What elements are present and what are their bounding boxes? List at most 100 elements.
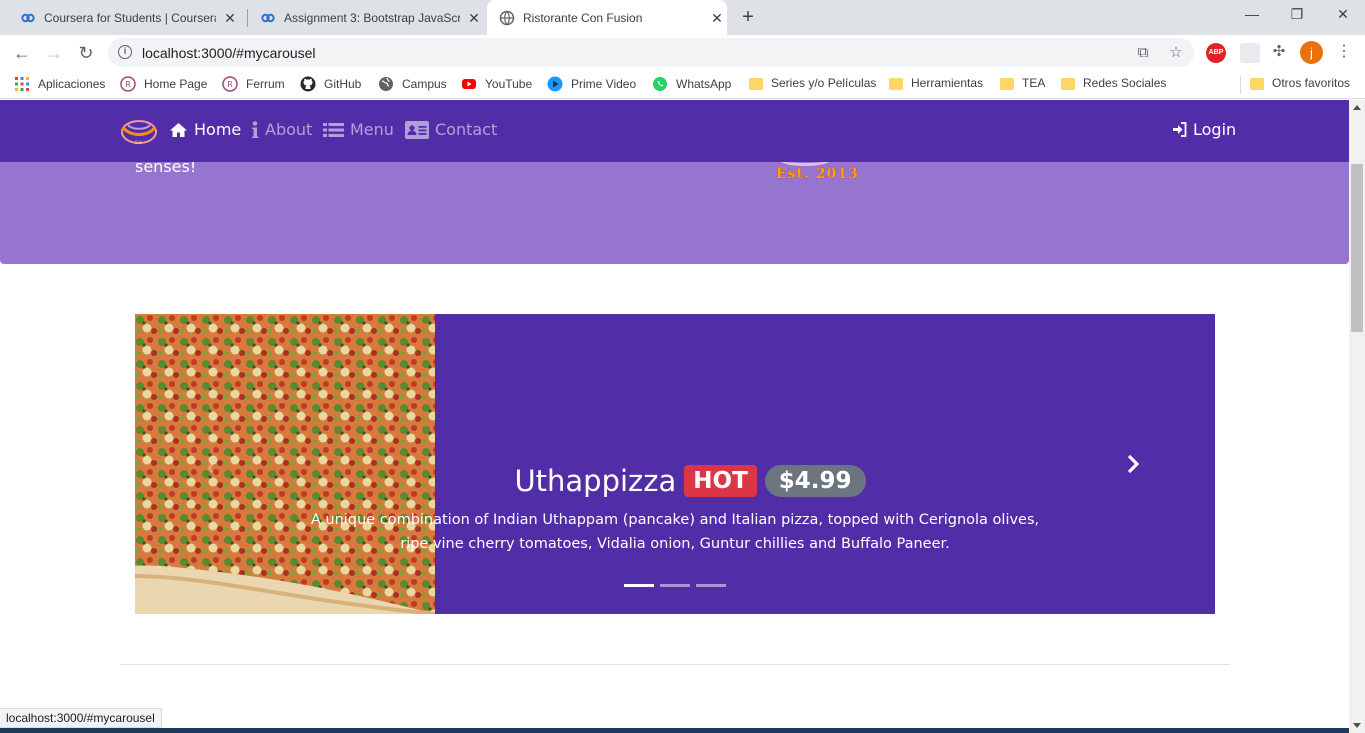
bookmark-github[interactable]: GitHub bbox=[300, 76, 361, 92]
page-scrollbar[interactable] bbox=[1349, 100, 1365, 733]
login-label: Login bbox=[1193, 120, 1237, 139]
tab-coursera-students[interactable]: Coursera for Students | Coursera ✕ bbox=[0, 0, 247, 35]
bookmark-divider bbox=[1240, 76, 1241, 94]
dish-description: A unique combination of Indian Uthappam … bbox=[310, 512, 1040, 552]
tab-title: Ristorante Con Fusion bbox=[523, 10, 643, 25]
dish-title: Uthappizza bbox=[514, 464, 677, 498]
bookmark-campus[interactable]: Campus bbox=[378, 76, 447, 92]
nav-home[interactable]: Home bbox=[169, 120, 241, 139]
bookmark-home-page[interactable]: R Home Page bbox=[120, 76, 207, 92]
bookmark-label: Prime Video bbox=[571, 77, 637, 91]
close-icon[interactable]: ✕ bbox=[709, 10, 725, 26]
address-card-icon bbox=[405, 120, 429, 139]
scrollbar-thumb[interactable] bbox=[1351, 164, 1363, 332]
bookmark-ferrum[interactable]: R Ferrum bbox=[222, 76, 285, 92]
carousel-indicator-1[interactable] bbox=[624, 584, 654, 587]
restore-icon[interactable]: ❐ bbox=[1287, 6, 1307, 26]
price-badge: $4.99 bbox=[764, 465, 866, 497]
new-tab-button[interactable]: + bbox=[738, 7, 758, 27]
browser-toolbar: ← → ↻ i localhost:3000/#mycarousel ⧉ ☆ A… bbox=[0, 35, 1365, 70]
tab-title: Coursera for Students | Coursera bbox=[44, 10, 216, 25]
folder-icon bbox=[889, 78, 903, 90]
star-icon[interactable]: ☆ bbox=[1167, 44, 1185, 62]
extension-icon[interactable] bbox=[1240, 43, 1260, 63]
svg-text:R: R bbox=[227, 80, 233, 89]
tab-ristorante[interactable]: Ristorante Con Fusion ✕ bbox=[487, 0, 727, 35]
globe-icon bbox=[499, 10, 515, 25]
carousel-indicator-3[interactable] bbox=[696, 584, 726, 587]
nav-label: About bbox=[265, 120, 313, 139]
back-icon[interactable]: ← bbox=[10, 41, 34, 65]
prime-video-icon bbox=[547, 76, 563, 92]
carousel-caption: Uthappizza HOT $4.99 A unique combinatio… bbox=[135, 464, 1215, 556]
list-icon bbox=[323, 122, 344, 137]
page-viewport: senses! Est. 2013 Est. Home About Menu C… bbox=[0, 100, 1349, 733]
bookmark-prime-video[interactable]: Prime Video bbox=[547, 76, 636, 92]
dish-heading: Uthappizza HOT $4.99 bbox=[165, 464, 1215, 498]
close-window-icon[interactable]: ✕ bbox=[1333, 6, 1353, 26]
scroll-up-icon[interactable] bbox=[1353, 105, 1361, 110]
bookmark-redes-sociales[interactable]: Redes Sociales bbox=[1061, 76, 1166, 90]
bookmark-label: Series y/o Películas bbox=[771, 76, 877, 90]
reload-icon[interactable]: ↻ bbox=[74, 41, 98, 65]
site-icon: R bbox=[120, 76, 136, 92]
adblock-icon[interactable]: ABP bbox=[1206, 43, 1226, 63]
coursera-icon bbox=[261, 13, 275, 22]
section-divider bbox=[120, 664, 1230, 665]
tab-strip: Coursera for Students | Coursera ✕ Assig… bbox=[0, 0, 1365, 35]
puzzle-icon[interactable]: ✣ bbox=[1270, 43, 1288, 61]
address-bar[interactable]: i localhost:3000/#mycarousel ⧉ ☆ bbox=[108, 38, 1194, 67]
carousel-indicator-2[interactable] bbox=[660, 584, 690, 587]
home-icon bbox=[170, 122, 187, 137]
bookmark-tea[interactable]: TEA bbox=[1000, 76, 1045, 90]
logo-established-text: Est. 2013 bbox=[776, 166, 859, 182]
sign-in-icon bbox=[1173, 122, 1187, 137]
translate-icon[interactable]: ⧉ bbox=[1134, 44, 1152, 62]
coursera-icon bbox=[21, 13, 35, 22]
bookmark-other-favorites[interactable]: Otros favoritos bbox=[1250, 76, 1350, 90]
minimize-icon[interactable]: — bbox=[1242, 6, 1262, 26]
navbar: Est. Home About Menu Contact Login bbox=[0, 100, 1349, 162]
brand-logo[interactable]: Est. bbox=[119, 117, 159, 147]
folder-icon bbox=[749, 78, 763, 90]
bookmark-apps[interactable]: Aplicaciones bbox=[14, 76, 105, 92]
bookmarks-bar: Aplicaciones R Home Page R Ferrum GitHub… bbox=[0, 70, 1365, 99]
bookmark-label: Otros favoritos bbox=[1272, 76, 1351, 90]
close-icon[interactable]: ✕ bbox=[222, 10, 238, 26]
bookmark-label: Redes Sociales bbox=[1083, 76, 1167, 90]
carousel[interactable]: ‹ Uthappizza HOT $4.99 A unique combinat… bbox=[135, 314, 1215, 614]
bookmark-series[interactable]: Series y/o Películas bbox=[749, 76, 876, 90]
bookmark-youtube[interactable]: YouTube bbox=[461, 76, 532, 92]
folder-icon bbox=[1250, 78, 1264, 90]
bookmark-whatsapp[interactable]: WhatsApp bbox=[652, 76, 731, 92]
bookmark-herramientas[interactable]: Herramientas bbox=[889, 76, 983, 90]
nav-menu[interactable]: Menu bbox=[323, 120, 394, 139]
svg-text:R: R bbox=[125, 80, 131, 89]
site-icon: R bbox=[222, 76, 238, 92]
whatsapp-icon bbox=[653, 77, 667, 91]
nav-contact[interactable]: Contact bbox=[405, 120, 497, 139]
youtube-icon bbox=[462, 79, 476, 89]
url-text[interactable]: localhost:3000/#mycarousel bbox=[142, 45, 316, 61]
bookmark-label: TEA bbox=[1022, 76, 1046, 90]
forward-icon[interactable]: → bbox=[42, 41, 66, 65]
nav-label: Contact bbox=[435, 120, 498, 139]
scroll-down-icon[interactable] bbox=[1353, 723, 1361, 728]
tab-assignment[interactable]: Assignment 3: Bootstrap JavaScri ✕ bbox=[248, 0, 486, 35]
nav-about[interactable]: About bbox=[251, 120, 312, 139]
bookmark-label: WhatsApp bbox=[676, 77, 732, 91]
bookmark-label: Home Page bbox=[144, 77, 208, 91]
taskbar-strip bbox=[0, 728, 1349, 733]
bookmark-label: Ferrum bbox=[246, 77, 285, 91]
globe-icon bbox=[379, 77, 393, 91]
bookmark-label: Campus bbox=[402, 77, 447, 91]
bookmark-label: Aplicaciones bbox=[38, 77, 106, 91]
svg-text:Est.: Est. bbox=[135, 140, 142, 145]
info-icon bbox=[252, 120, 259, 138]
close-icon[interactable]: ✕ bbox=[466, 10, 482, 26]
login-link[interactable]: Login bbox=[1172, 120, 1236, 139]
info-icon[interactable]: i bbox=[118, 45, 132, 59]
avatar[interactable]: j bbox=[1300, 41, 1323, 64]
folder-icon bbox=[1000, 78, 1014, 90]
kebab-menu-icon[interactable]: ⋮ bbox=[1336, 41, 1352, 63]
